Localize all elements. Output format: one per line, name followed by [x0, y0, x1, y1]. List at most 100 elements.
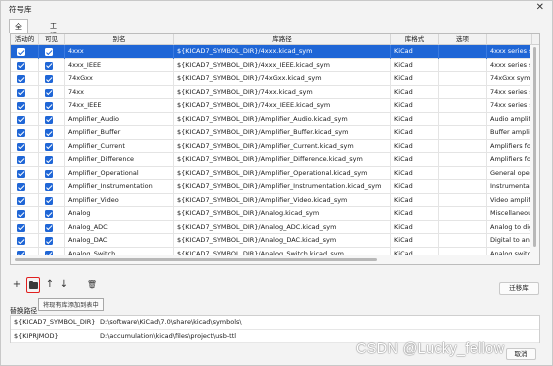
- library-alias[interactable]: 74xGxx: [65, 72, 174, 86]
- active-checkbox[interactable]: [17, 48, 25, 56]
- horizontal-scrollbar[interactable]: [11, 255, 539, 264]
- library-options[interactable]: [439, 193, 487, 207]
- horizontal-scrollbar-thumb[interactable]: [15, 258, 377, 261]
- visible-checkbox[interactable]: [45, 210, 53, 218]
- column-header-path[interactable]: 库路径: [174, 34, 391, 45]
- library-format[interactable]: KiCad: [391, 58, 439, 72]
- add-library-button[interactable]: +: [10, 277, 24, 293]
- library-alias[interactable]: Amplifier_Instrumentation: [65, 180, 174, 194]
- active-checkbox[interactable]: [17, 210, 25, 218]
- active-checkbox[interactable]: [17, 237, 25, 245]
- library-options[interactable]: [439, 207, 487, 221]
- visible-checkbox[interactable]: [45, 169, 53, 178]
- library-format[interactable]: KiCad: [391, 126, 439, 140]
- visible-checkbox[interactable]: [45, 223, 53, 232]
- library-path[interactable]: ${KICAD7_SYMBOL_DIR}/Amplifier_Video.kic…: [174, 193, 391, 207]
- library-alias[interactable]: Amplifier_Video: [65, 193, 174, 207]
- library-description[interactable]: Instrumentation: [487, 180, 532, 194]
- table-row[interactable]: Analog_DAC ${KICAD7_SYMBOL_DIR}/Analog_DA…: [11, 234, 539, 248]
- library-options[interactable]: [439, 126, 487, 140]
- library-options[interactable]: [439, 45, 487, 59]
- library-description[interactable]: Analog to digital: [487, 220, 532, 234]
- library-alias[interactable]: Analog_DAC: [65, 234, 174, 248]
- library-format[interactable]: KiCad: [391, 112, 439, 126]
- library-description[interactable]: 74xGxx symbols: [487, 72, 532, 86]
- library-format[interactable]: KiCad: [391, 85, 439, 99]
- library-description[interactable]: Audio amplifiers: [487, 112, 532, 126]
- library-format[interactable]: KiCad: [391, 99, 439, 113]
- library-options[interactable]: [439, 99, 487, 113]
- library-alias[interactable]: Analog_ADC: [65, 220, 174, 234]
- library-options[interactable]: [439, 112, 487, 126]
- column-header-options[interactable]: 选项: [439, 34, 487, 45]
- library-options[interactable]: [439, 72, 487, 86]
- column-header-alias[interactable]: 别名: [65, 34, 174, 45]
- library-description[interactable]: Amplifiers for difference: [487, 153, 532, 167]
- table-row[interactable]: Amplifier_Buffer ${KICAD7_SYMBOL_DIR}/Amp…: [11, 126, 539, 140]
- visible-checkbox[interactable]: [45, 196, 53, 205]
- visible-checkbox[interactable]: [45, 61, 53, 70]
- library-options[interactable]: [439, 180, 487, 194]
- library-description[interactable]: Miscellaneous: [487, 207, 532, 221]
- table-row[interactable]: Amplifier_Difference ${KICAD7_SYMBOL_DIR}…: [11, 153, 539, 167]
- column-header-description[interactable]: [487, 34, 532, 45]
- move-down-button[interactable]: ↓: [57, 277, 71, 293]
- library-options[interactable]: [439, 153, 487, 167]
- library-alias[interactable]: 4xxx_IEEE: [65, 58, 174, 72]
- close-icon[interactable]: ✕: [536, 2, 544, 13]
- visible-checkbox[interactable]: [45, 142, 53, 151]
- library-path[interactable]: ${KICAD7_SYMBOL_DIR}/Analog.kicad_sym: [174, 207, 391, 221]
- active-checkbox[interactable]: [17, 88, 25, 97]
- library-options[interactable]: [439, 139, 487, 153]
- library-description[interactable]: 4xxx series symbols: [487, 58, 532, 72]
- active-checkbox[interactable]: [17, 223, 25, 232]
- library-alias[interactable]: Analog: [65, 207, 174, 221]
- library-format[interactable]: KiCad: [391, 72, 439, 86]
- visible-checkbox[interactable]: [45, 129, 53, 137]
- library-description[interactable]: 74xx series symbols: [487, 85, 532, 99]
- column-header-format[interactable]: 库格式: [391, 34, 439, 45]
- library-path[interactable]: ${KICAD7_SYMBOL_DIR}/4xxx.kicad_sym: [174, 45, 391, 59]
- active-checkbox[interactable]: [17, 156, 25, 164]
- visible-checkbox[interactable]: [45, 237, 53, 245]
- visible-checkbox[interactable]: [45, 48, 53, 56]
- active-checkbox[interactable]: [17, 61, 25, 70]
- table-row[interactable]: Analog_ADC ${KICAD7_SYMBOL_DIR}/Analog_AD…: [11, 220, 539, 234]
- visible-checkbox[interactable]: [45, 75, 53, 83]
- active-checkbox[interactable]: [17, 169, 25, 178]
- table-row[interactable]: 4xxx ${KICAD7_SYMBOL_DIR}/4xxx.kicad_sym K…: [11, 45, 539, 59]
- library-alias[interactable]: 4xxx: [65, 45, 174, 59]
- library-path[interactable]: ${KICAD7_SYMBOL_DIR}/Analog_ADC.kicad_sy…: [174, 220, 391, 234]
- library-format[interactable]: KiCad: [391, 193, 439, 207]
- cancel-button[interactable]: 取消: [506, 348, 536, 360]
- library-path[interactable]: ${KICAD7_SYMBOL_DIR}/Amplifier_Current.k…: [174, 139, 391, 153]
- table-row[interactable]: 4xxx_IEEE ${KICAD7_SYMBOL_DIR}/4xxx_IEEE.…: [11, 58, 539, 72]
- library-description[interactable]: Digital to analog: [487, 234, 532, 248]
- path-row[interactable]: ${KICAD7_SYMBOL_DIR} D:\software\KiCad\7…: [11, 316, 539, 330]
- table-row[interactable]: Amplifier_Operational ${KICAD7_SYMBOL_DIR…: [11, 166, 539, 180]
- library-path[interactable]: ${KICAD7_SYMBOL_DIR}/Amplifier_Buffer.ki…: [174, 126, 391, 140]
- visible-checkbox[interactable]: [45, 156, 53, 164]
- migrate-libraries-button[interactable]: 迁移库: [499, 282, 539, 295]
- tab-global-libraries[interactable]: 全局库: [9, 19, 28, 51]
- library-description[interactable]: Buffer amplifiers: [487, 126, 532, 140]
- library-description[interactable]: Video amplifiers: [487, 193, 532, 207]
- table-row[interactable]: 74xx_IEEE ${KICAD7_SYMBOL_DIR}/74xx_IEEE.…: [11, 99, 539, 113]
- active-checkbox[interactable]: [17, 142, 25, 151]
- active-checkbox[interactable]: [17, 102, 25, 110]
- library-options[interactable]: [439, 58, 487, 72]
- library-format[interactable]: KiCad: [391, 234, 439, 248]
- library-path[interactable]: ${KICAD7_SYMBOL_DIR}/Amplifier_Operation…: [174, 166, 391, 180]
- library-path[interactable]: ${KICAD7_SYMBOL_DIR}/4xxx_IEEE.kicad_sym: [174, 58, 391, 72]
- column-header-visible[interactable]: 可见: [39, 34, 65, 45]
- table-row[interactable]: Analog ${KICAD7_SYMBOL_DIR}/Analog.kicad_…: [11, 207, 539, 221]
- library-alias[interactable]: Amplifier_Current: [65, 139, 174, 153]
- library-alias[interactable]: Amplifier_Buffer: [65, 126, 174, 140]
- active-checkbox[interactable]: [17, 115, 25, 124]
- column-header-active[interactable]: 活动的: [11, 34, 39, 45]
- library-path[interactable]: ${KICAD7_SYMBOL_DIR}/Analog_DAC.kicad_sy…: [174, 234, 391, 248]
- move-up-button[interactable]: ↑: [43, 277, 57, 293]
- library-description[interactable]: General operational: [487, 166, 532, 180]
- library-path[interactable]: ${KICAD7_SYMBOL_DIR}/Amplifier_Audio.kic…: [174, 112, 391, 126]
- library-format[interactable]: KiCad: [391, 45, 439, 59]
